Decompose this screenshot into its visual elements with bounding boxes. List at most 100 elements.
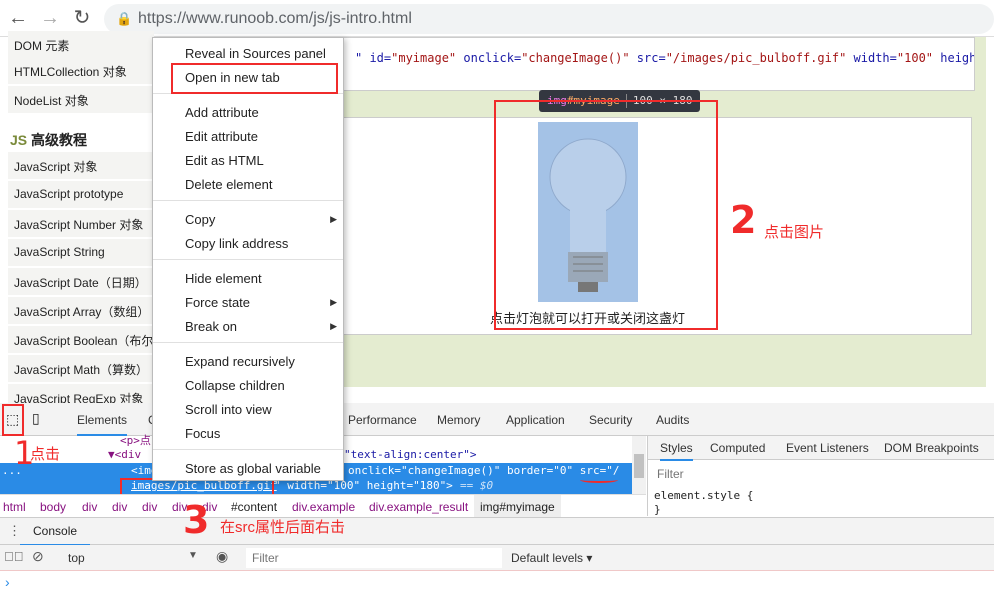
code: "changeImage()" [521, 51, 630, 65]
tab-security[interactable]: Security [589, 413, 632, 427]
breadcrumb-item[interactable]: div [82, 500, 97, 514]
sidebar-item[interactable]: JavaScript 对象 [8, 152, 154, 180]
context-select[interactable]: top [68, 551, 85, 565]
section-title: 高级教程 [31, 132, 88, 148]
annotation-number: 2 [730, 198, 757, 242]
elements-scrollbar[interactable] [632, 436, 646, 494]
sidebar-item[interactable]: JavaScript Date（日期） [8, 268, 154, 296]
log-levels-select[interactable]: Default levels ▾ [511, 551, 592, 565]
lock-icon: 🔒 [116, 11, 133, 26]
code: "/images/pic_bulboff.gif" [665, 51, 847, 65]
styles-pane: Styles Computed Event Listeners DOM Brea… [647, 436, 994, 516]
back-button[interactable]: ← [6, 6, 30, 30]
menu-item-add-attribute[interactable]: Add attribute [185, 105, 259, 120]
sidebar-item[interactable]: JavaScript Math（算数） [8, 355, 154, 383]
menu-item-store-as-global[interactable]: Store as global variable [185, 461, 321, 476]
menu-item-copy-link-address[interactable]: Copy link address [185, 236, 288, 251]
breadcrumb-item[interactable]: div [142, 500, 157, 514]
annotation-underline [580, 477, 618, 483]
sidebar-item[interactable]: DOM 元素 [8, 31, 154, 59]
annotation-text: 在src属性后面右击 [220, 519, 345, 536]
menu-item-focus[interactable]: Focus [185, 426, 220, 441]
breadcrumb-item[interactable]: body [40, 500, 66, 514]
breadcrumb-item[interactable]: #content [231, 500, 277, 514]
chevron-down-icon[interactable]: ▼ [188, 550, 198, 561]
clear-console-icon[interactable]: ⊘ [32, 548, 44, 565]
code-box: " id="myimage" onclick="changeImage()" s… [340, 37, 975, 91]
reload-button[interactable]: ↻ [70, 6, 94, 30]
breadcrumb: html body div div div div div #content d… [0, 494, 646, 519]
breadcrumb-item[interactable]: div.example [292, 500, 355, 514]
sidebar-item[interactable]: JavaScript Array（数组） [8, 297, 154, 325]
submenu-arrow-icon: ▶ [330, 321, 337, 331]
annotation-box-open-new-tab [171, 63, 338, 94]
tab-console-drawer[interactable]: Console [20, 524, 91, 546]
console-prompt[interactable]: › [5, 574, 10, 590]
tab-memory[interactable]: Memory [437, 413, 480, 427]
sidebar-item[interactable]: JavaScript String [8, 239, 154, 267]
sidebar-item[interactable]: JavaScript Number 对象 [8, 210, 154, 238]
menu-item-edit-as-html[interactable]: Edit as HTML [185, 153, 264, 168]
console-filter-input[interactable] [246, 548, 502, 568]
forward-button[interactable]: → [38, 6, 62, 30]
tab-dom-breakpoints[interactable]: DOM Breakpoints [884, 441, 979, 455]
element-style-rule[interactable]: element.style { [654, 489, 753, 502]
annotation-text: 点击图片 [764, 224, 825, 241]
tab-event-listeners[interactable]: Event Listeners [786, 441, 869, 455]
menu-item-break-on[interactable]: Break on [185, 319, 237, 334]
annotation-number: 3 [183, 498, 210, 542]
menu-item-scroll-into-view[interactable]: Scroll into view [185, 402, 272, 417]
menu-item-collapse-children[interactable]: Collapse children [185, 378, 285, 393]
menu-item-hide-element[interactable]: Hide element [185, 271, 262, 286]
sidebar-toggle-icon[interactable]: ▸⃞ [4, 549, 24, 564]
breadcrumb-item[interactable]: div.example_result [369, 500, 468, 514]
code: src= [629, 51, 666, 65]
breadcrumb-item[interactable]: div [112, 500, 127, 514]
dom-node[interactable]: ▼<div [108, 448, 141, 461]
sidebar-item[interactable]: JavaScript prototype [8, 181, 154, 209]
sidebar-item[interactable]: NodeList 对象 [8, 86, 154, 114]
dom-attrs: onclick="changeImage()" border="0" src="… [348, 464, 620, 477]
rule-close: } [654, 503, 661, 516]
url-text: https://www.runoob.com/js/js-intro.html [138, 10, 412, 27]
device-toolbar-icon[interactable]: ▯ [32, 410, 40, 427]
dollar-zero: == $0 [460, 479, 494, 492]
code: "100" [896, 51, 934, 65]
breadcrumb-item[interactable]: html [3, 500, 26, 514]
eye-icon[interactable]: ◉ [216, 548, 228, 565]
submenu-arrow-icon: ▶ [330, 297, 337, 307]
section-heading: JS 高级教程 [10, 130, 87, 150]
tab-application[interactable]: Application [506, 413, 565, 427]
sidebar: DOM 元素 HTMLCollection 对象 NodeList 对象 Jav… [8, 31, 154, 412]
address-bar[interactable]: 🔒 https://www.runoob.com/js/js-intro.html [104, 4, 994, 34]
code: width= [846, 51, 897, 65]
code: "myimage" [391, 51, 457, 65]
annotation-text: 点击 [30, 446, 61, 463]
menu-item-delete-element[interactable]: Delete element [185, 177, 272, 192]
menu-item-reveal-in-sources[interactable]: Reveal in Sources panel [185, 46, 326, 61]
console-drawer-tabbar: ⋮ Console [0, 517, 994, 546]
menu-item-force-state[interactable]: Force state [185, 295, 250, 310]
tab-audits[interactable]: Audits [656, 413, 689, 427]
context-menu: Reveal in Sources panel Open in new tab … [152, 37, 344, 481]
annotation-box-inspect [2, 404, 24, 436]
tab-styles[interactable]: Styles [660, 441, 693, 461]
styles-filter-input[interactable] [652, 464, 992, 484]
code: onclick= [456, 51, 522, 65]
menu-item-edit-attribute[interactable]: Edit attribute [185, 129, 258, 144]
dom-attr: "text-align:center"> [344, 448, 477, 461]
sidebar-item[interactable]: HTMLCollection 对象 [8, 57, 154, 85]
menu-item-expand-recursively[interactable]: Expand recursively [185, 354, 295, 369]
code: " id= [355, 51, 392, 65]
code: heigh [933, 51, 975, 65]
breadcrumb-item[interactable]: img#myimage [474, 495, 561, 519]
submenu-arrow-icon: ▶ [330, 214, 337, 224]
dom-node[interactable]: <p>点 [120, 432, 151, 448]
sidebar-item[interactable]: JavaScript Boolean（布尔 [8, 326, 154, 354]
annotation-box-image [494, 100, 718, 330]
console-toolbar: ▸⃞ ⊘ top ▼ ◉ Default levels ▾ [0, 545, 994, 571]
tab-performance[interactable]: Performance [348, 413, 417, 427]
tab-computed[interactable]: Computed [710, 441, 765, 455]
section-prefix: JS [10, 132, 28, 148]
menu-item-copy[interactable]: Copy [185, 212, 215, 227]
